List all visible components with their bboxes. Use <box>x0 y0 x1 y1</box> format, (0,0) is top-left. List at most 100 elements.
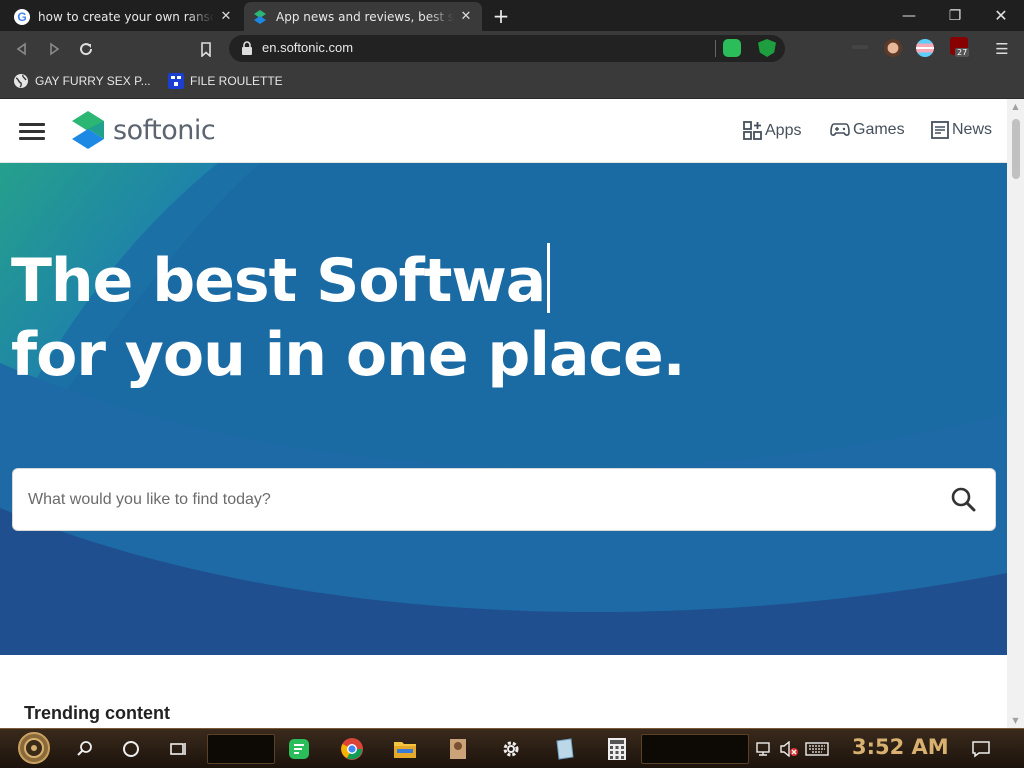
chrome-taskbar-icon[interactable] <box>337 734 367 764</box>
hero-line-2: for you in one place. <box>11 320 685 390</box>
chat-extension-icon[interactable] <box>723 39 741 57</box>
notification-icon <box>972 741 990 758</box>
cortana-circle-icon <box>123 741 139 757</box>
nav-games-label: Games <box>853 121 905 138</box>
bookmark-label: FILE ROULETTE <box>190 74 283 88</box>
nav-games[interactable]: Games <box>830 121 905 139</box>
apps-grid-icon <box>743 121 762 140</box>
hamburger-menu-button[interactable] <box>19 123 45 140</box>
scroll-down-arrow[interactable]: ▼ <box>1011 716 1020 725</box>
softonic-icon <box>252 9 268 25</box>
close-tab-icon[interactable]: ✕ <box>458 9 474 24</box>
nav-news-label: News <box>952 121 993 138</box>
ublock-badge: 27 <box>955 48 970 57</box>
minimize-button[interactable]: — <box>886 0 932 31</box>
restore-button[interactable]: ❐ <box>932 0 978 31</box>
windows-taskbar: 3:52 AM <box>0 728 1024 768</box>
forward-button[interactable] <box>43 38 65 60</box>
back-button[interactable] <box>11 38 33 60</box>
action-center-button[interactable] <box>966 734 996 764</box>
start-button[interactable] <box>16 731 52 765</box>
file-roulette-icon <box>168 73 184 89</box>
omnibox-divider <box>715 40 716 57</box>
url-text: en.softonic.com <box>262 40 354 55</box>
search-button[interactable] <box>948 484 980 516</box>
cortana-button[interactable] <box>116 734 146 764</box>
logo-wordmark: softonic <box>113 114 216 146</box>
network-icon <box>756 742 770 756</box>
hero-headline: The best Softwa for you in one place. <box>11 243 685 392</box>
reload-button[interactable] <box>75 38 97 60</box>
profile-avatar[interactable] <box>884 39 902 57</box>
scrollbar-thumb[interactable] <box>1012 119 1020 179</box>
gear-icon <box>503 741 519 757</box>
start-gear-icon <box>18 732 50 764</box>
text-caret <box>547 243 551 313</box>
page-viewport: softonic Apps Games News The best Softwa… <box>0 99 1024 728</box>
bookmark-button[interactable] <box>195 38 217 60</box>
site-header: softonic Apps Games News <box>0 99 1007 163</box>
task-view-button[interactable] <box>164 734 194 764</box>
chat-app-taskbar-icon[interactable] <box>284 734 314 764</box>
hero-banner: The best Softwa for you in one place. <box>0 163 1007 655</box>
network-tray-icon[interactable] <box>754 734 776 764</box>
file-explorer-taskbar-icon[interactable] <box>390 734 420 764</box>
close-tab-icon[interactable]: ✕ <box>218 9 234 24</box>
tab-google-search[interactable]: G how to create your own ransomware ✕ <box>6 2 242 31</box>
globe-icon <box>14 74 28 88</box>
browser-toolbar: en.softonic.com 27 ☰ <box>0 31 1024 66</box>
pride-flag-extension-icon[interactable] <box>916 39 934 57</box>
nav-apps[interactable]: Apps <box>743 121 801 140</box>
tab-softonic[interactable]: App news and reviews, best software ✕ <box>244 2 482 31</box>
trending-heading: Trending content <box>24 703 170 723</box>
task-view-icon <box>170 743 186 755</box>
new-tab-button[interactable]: + <box>490 4 512 28</box>
hero-background-shapes <box>0 163 1007 655</box>
shield-extension-icon[interactable] <box>758 39 776 57</box>
folder-icon <box>394 742 416 758</box>
settings-taskbar-icon[interactable] <box>496 734 526 764</box>
nav-news[interactable]: News <box>931 121 992 139</box>
nav-apps-label: Apps <box>765 121 802 139</box>
ublock-origin-icon[interactable]: 27 <box>950 37 970 57</box>
bookmark-icon <box>201 41 211 57</box>
extension-menu-icon[interactable] <box>852 45 868 49</box>
gamepad-icon <box>830 123 850 136</box>
reload-icon <box>80 43 93 56</box>
search-icon <box>77 741 92 756</box>
speaker-muted-icon <box>780 741 798 757</box>
news-icon <box>931 121 949 139</box>
softonic-logo[interactable]: softonic <box>71 110 216 150</box>
bookmark-item[interactable]: FILE ROULETTE <box>168 73 283 89</box>
bookmarks-bar: GAY FURRY SEX P... FILE ROULETTE <box>0 66 1024 99</box>
window-close-button[interactable]: ✕ <box>978 0 1024 31</box>
keyboard-icon <box>805 742 829 756</box>
bookmark-item[interactable]: GAY FURRY SEX P... <box>13 73 151 89</box>
taskbar-empty-slot <box>207 734 275 764</box>
notepad-icon <box>556 738 574 760</box>
lock-icon <box>242 41 252 55</box>
taskbar-clock[interactable]: 3:52 AM <box>852 735 949 759</box>
volume-muted-tray-icon[interactable] <box>778 734 800 764</box>
search-taskbar-button[interactable] <box>70 734 100 764</box>
keyboard-tray-icon[interactable] <box>803 734 831 764</box>
softonic-logo-icon <box>72 111 104 149</box>
search-input[interactable] <box>28 486 908 514</box>
address-bar[interactable]: en.softonic.com <box>229 35 785 62</box>
pinned-app-taskbar-icon[interactable] <box>443 734 473 764</box>
page-scrollbar[interactable]: ▲ ▼ <box>1007 99 1024 728</box>
bookmark-label: GAY FURRY SEX P... <box>35 74 151 88</box>
browser-menu-button[interactable]: ☰ <box>991 38 1013 60</box>
menu-icon: ☰ <box>995 40 1009 58</box>
search-icon <box>951 487 976 512</box>
site-search-box <box>12 468 996 531</box>
scroll-up-arrow[interactable]: ▲ <box>1011 102 1020 111</box>
taskbar-empty-slot <box>641 734 749 764</box>
character-app-icon <box>450 739 466 759</box>
calculator-icon <box>608 738 626 760</box>
google-icon: G <box>14 8 30 25</box>
notes-taskbar-icon[interactable] <box>549 734 579 764</box>
tab-title: how to create your own ransomware <box>38 9 214 24</box>
forward-arrow-icon <box>50 42 60 56</box>
calculator-taskbar-icon[interactable] <box>602 734 632 764</box>
